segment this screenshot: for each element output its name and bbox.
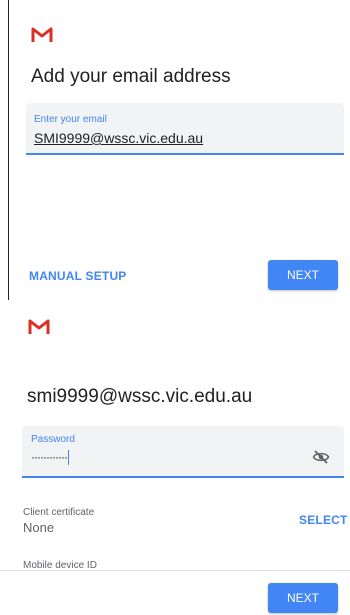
password-field-value: ············ (31, 450, 69, 466)
select-certificate-button[interactable]: SELECT (299, 513, 348, 527)
footer-divider (0, 570, 350, 571)
manual-setup-button[interactable]: MANUAL SETUP (29, 269, 127, 283)
password-field[interactable]: Password ············ (22, 426, 344, 478)
email-field-value: SMI9999@wssc.vic.edu.au (34, 130, 204, 146)
visibility-off-icon[interactable] (312, 448, 330, 466)
email-field-label: Enter your email (34, 114, 107, 125)
password-screen: smi9999@wssc.vic.edu.au Password ·······… (0, 300, 350, 615)
password-dots: ············ (31, 450, 68, 464)
account-email: smi9999@wssc.vic.edu.au (27, 386, 253, 407)
page-title: Add your email address (31, 66, 231, 87)
text-cursor (67, 450, 69, 466)
email-field-underline (26, 153, 344, 155)
client-certificate-value: None (23, 520, 55, 535)
next-button[interactable]: NEXT (268, 583, 338, 613)
gmail-logo-icon (28, 319, 50, 334)
client-certificate-label: Client certificate (23, 507, 95, 518)
email-setup-screen: Add your email address Enter your email … (0, 0, 350, 300)
next-button[interactable]: NEXT (268, 260, 338, 290)
email-field[interactable]: Enter your email SMI9999@wssc.vic.edu.au (26, 103, 344, 155)
screen-edge-line (8, 0, 9, 300)
password-field-label: Password (31, 434, 75, 445)
password-field-underline (22, 476, 344, 478)
gmail-logo-icon (31, 27, 53, 42)
